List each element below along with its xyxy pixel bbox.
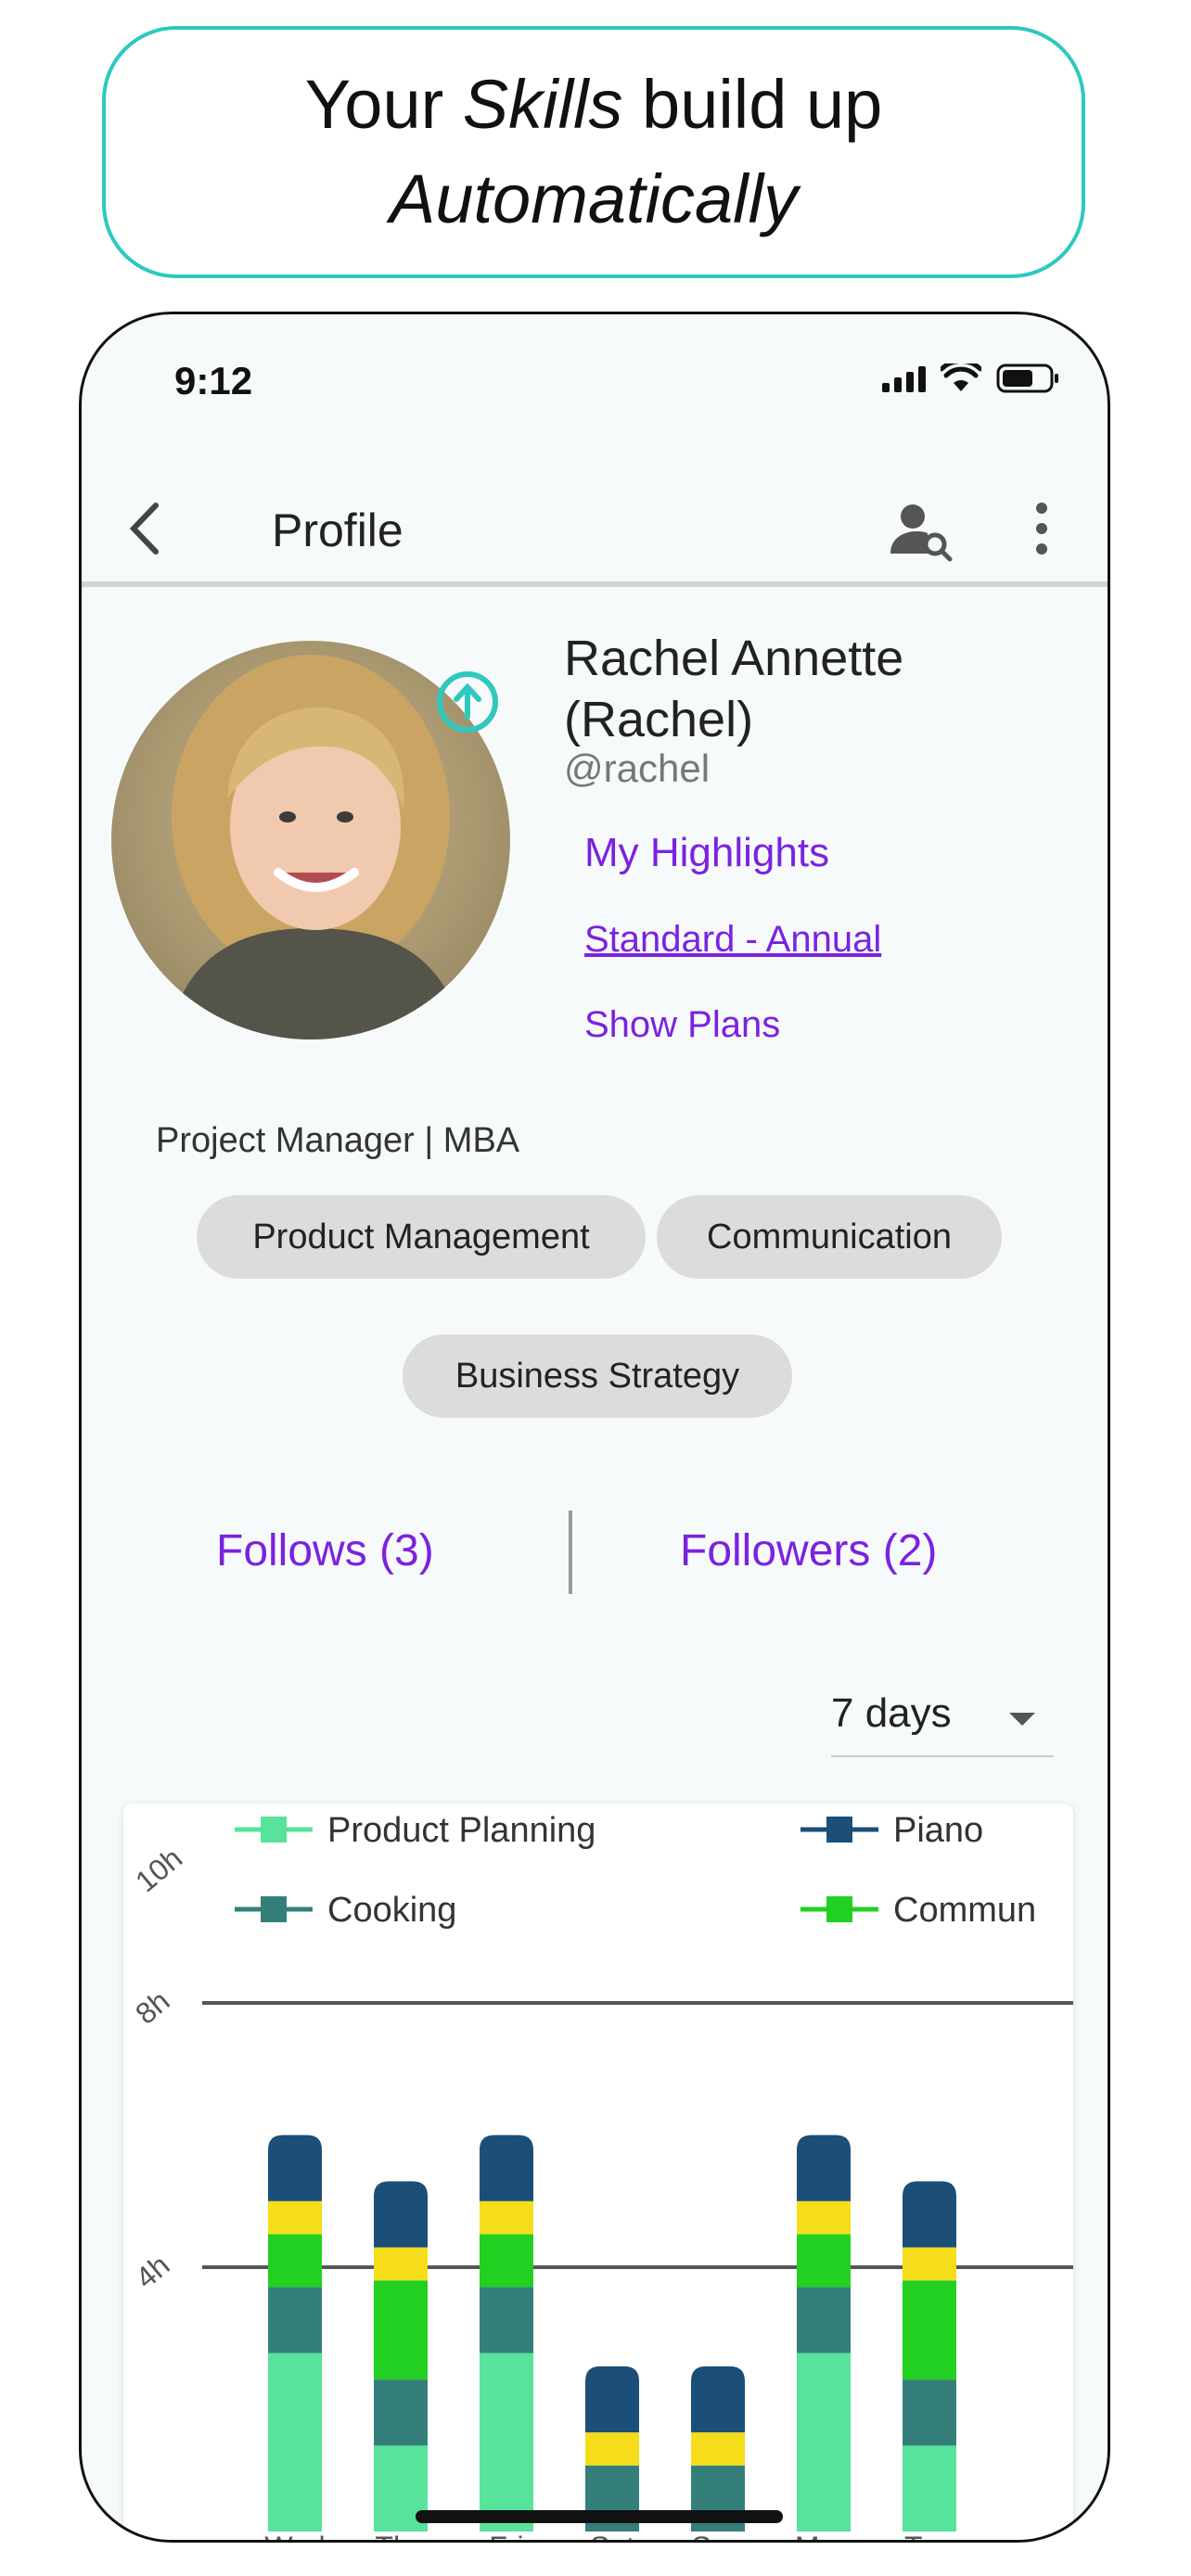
show-plans-link[interactable]: Show Plans xyxy=(584,1004,780,1046)
chart-canvas: Product Planning Piano Cooking Commun 10h 8h 4… xyxy=(129,1811,1073,2543)
bar-segment xyxy=(268,2287,322,2353)
bar-segment xyxy=(268,2200,322,2235)
legend-swatch xyxy=(261,1817,287,1843)
bar-segment xyxy=(268,2353,322,2531)
y-tick-label: 10h xyxy=(129,1841,188,1898)
bar-segment xyxy=(480,2353,533,2531)
y-tick-label: 4h xyxy=(129,2248,175,2294)
x-tick-label: Thu xyxy=(375,2531,426,2543)
bar-segment xyxy=(797,2287,851,2353)
bar-segment xyxy=(374,2247,428,2281)
status-bar: 9:12 xyxy=(82,314,1108,416)
bar-segment xyxy=(374,2280,428,2380)
bar-segment xyxy=(268,2234,322,2288)
legend-swatch xyxy=(261,1896,287,1922)
x-tick-label: Sun xyxy=(692,2531,745,2543)
bar-segment xyxy=(903,2247,956,2281)
range-select[interactable]: 7 days xyxy=(831,1690,1054,1757)
followers-link[interactable]: Followers (2) xyxy=(680,1525,937,1576)
bar-segment xyxy=(480,2200,533,2235)
legend-label: Product Planning xyxy=(327,1811,596,1850)
skills-time-chart: Product Planning Piano Cooking Commun 10h 8h 4… xyxy=(123,1804,1073,2543)
x-tick-label: Wed xyxy=(264,2531,325,2543)
x-tick-label: Sat xyxy=(590,2531,634,2543)
bar-segment xyxy=(374,2379,428,2446)
more-vert-icon[interactable] xyxy=(1028,496,1056,561)
bar-segment xyxy=(374,2181,428,2248)
bar-segment xyxy=(797,2135,851,2201)
profile-handle: @rachel xyxy=(564,746,711,790)
bar-segment xyxy=(903,2445,956,2531)
bar-segment xyxy=(585,2366,639,2433)
app-bar: Profile xyxy=(82,472,1108,587)
bar-segment xyxy=(903,2181,956,2248)
signal-icon xyxy=(882,364,926,392)
plan-link[interactable]: Standard - Annual xyxy=(584,919,881,961)
bar-segment xyxy=(797,2200,851,2235)
legend-label: Piano xyxy=(893,1811,983,1850)
bar-segment xyxy=(268,2135,322,2201)
person-search-icon[interactable] xyxy=(889,498,954,563)
back-chevron-icon[interactable] xyxy=(119,496,174,561)
range-select-value: 7 days xyxy=(831,1690,952,1736)
bar-segment xyxy=(585,2432,639,2466)
bar-segment xyxy=(691,2432,745,2466)
page-title: Profile xyxy=(272,504,403,556)
dropdown-caret-icon xyxy=(1009,1713,1035,1726)
bar-segment xyxy=(480,2234,533,2288)
profile-name: Rachel Annette (Rachel) xyxy=(564,631,904,747)
status-icons xyxy=(882,363,1061,394)
battery-icon xyxy=(996,363,1058,393)
follow-divider xyxy=(569,1511,572,1594)
upload-photo-icon[interactable] xyxy=(434,669,501,735)
bar-segment xyxy=(480,2135,533,2201)
wifi-icon xyxy=(941,363,981,391)
bar-segment xyxy=(797,2234,851,2288)
x-tick-label: Mon xyxy=(795,2531,852,2543)
promo-banner: Your Skills build up Automatically xyxy=(102,26,1085,278)
skill-chip[interactable]: Product Management xyxy=(197,1195,646,1279)
legend-swatch xyxy=(826,1817,852,1843)
my-highlights-link[interactable]: My Highlights xyxy=(584,830,829,876)
follows-link[interactable]: Follows (3) xyxy=(216,1525,434,1576)
bar-segment xyxy=(903,2379,956,2446)
profile-headline: Project Manager | MBA xyxy=(156,1121,520,1160)
home-indicator xyxy=(416,2510,783,2523)
phone-frame: 9:12 Profile Rachel Annette (Rachel) @ra… xyxy=(79,312,1110,2543)
legend-swatch xyxy=(826,1896,852,1922)
bar-segment xyxy=(691,2366,745,2433)
x-tick-label: Tue xyxy=(904,2531,954,2543)
legend-label: Commun xyxy=(893,1891,1036,1930)
banner-line-2: Automatically xyxy=(389,160,799,237)
legend-label: Cooking xyxy=(327,1891,456,1930)
banner-line-1: Your Skills build up xyxy=(304,66,883,143)
skill-chip[interactable]: Business Strategy xyxy=(403,1334,792,1418)
x-tick-label: Fri xyxy=(489,2531,523,2543)
bar-segment xyxy=(480,2287,533,2353)
status-time: 9:12 xyxy=(174,359,253,402)
bar-segment xyxy=(903,2280,956,2380)
skill-chip[interactable]: Communication xyxy=(657,1195,1002,1279)
y-tick-label: 8h xyxy=(129,1983,175,2030)
bar-segment xyxy=(797,2353,851,2531)
